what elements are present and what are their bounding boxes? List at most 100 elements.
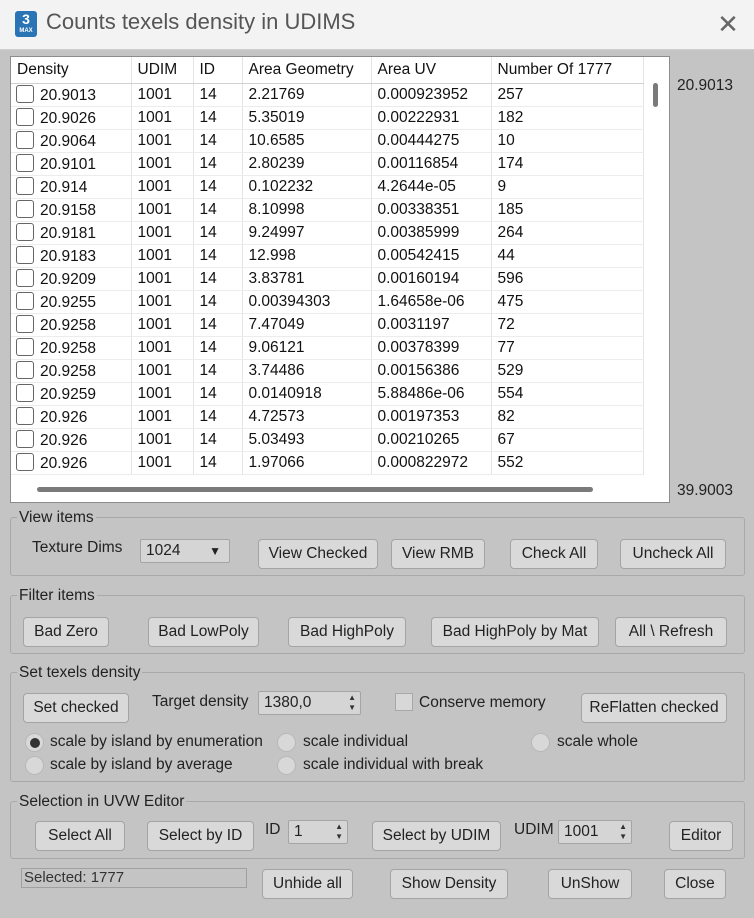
- show-density-button[interactable]: Show Density: [390, 869, 508, 899]
- uncheck-all-button[interactable]: Uncheck All: [620, 539, 726, 569]
- column-header-area-uv[interactable]: Area UV: [371, 57, 492, 84]
- row-checkbox[interactable]: [16, 176, 34, 195]
- window-close-icon[interactable]: ✕: [712, 8, 744, 40]
- scale-individual-label: scale individual: [303, 733, 409, 750]
- row-checkbox[interactable]: [16, 314, 34, 333]
- table-row[interactable]: 20.9181 1001 14 9.24997 0.00385999 264: [11, 221, 644, 245]
- vertical-scrollbar-thumb[interactable]: [653, 83, 658, 107]
- cell-udim: 1001: [131, 428, 194, 452]
- row-checkbox[interactable]: [16, 245, 34, 264]
- table-row[interactable]: 20.9209 1001 14 3.83781 0.00160194 596: [11, 267, 644, 291]
- texture-dims-dropdown[interactable]: 1024 ▼: [140, 539, 230, 563]
- column-header-area-geometry[interactable]: Area Geometry: [242, 57, 372, 84]
- row-checkbox[interactable]: [16, 383, 34, 402]
- table-row[interactable]: 20.9013 1001 14 2.21769 0.000923952 257: [11, 83, 644, 107]
- table-row[interactable]: 20.9258 1001 14 7.47049 0.0031197 72: [11, 313, 644, 337]
- view-checked-button[interactable]: View Checked: [258, 539, 378, 569]
- column-header-id[interactable]: ID: [193, 57, 243, 84]
- row-checkbox[interactable]: [16, 291, 34, 310]
- cell-density: 20.914: [11, 175, 132, 199]
- table-row[interactable]: 20.9259 1001 14 0.0140918 5.88486e-06 554: [11, 382, 644, 406]
- cell-number: 174: [491, 152, 644, 176]
- spinner-arrows-icon[interactable]: ▲ ▼: [348, 693, 356, 713]
- table-row[interactable]: 20.9026 1001 14 5.35019 0.00222931 182: [11, 106, 644, 130]
- select-all-button[interactable]: Select All: [35, 821, 125, 851]
- table-row[interactable]: 20.9255 1001 14 0.00394303 1.64658e-06 475: [11, 290, 644, 314]
- table-row[interactable]: 20.9258 1001 14 3.74486 0.00156386 529: [11, 359, 644, 383]
- id-spinner[interactable]: 1 ▲ ▼: [288, 820, 348, 844]
- bad-zero-button[interactable]: Bad Zero: [23, 617, 109, 647]
- table-row[interactable]: 20.926 1001 14 4.72573 0.00197353 82: [11, 405, 644, 429]
- density-table[interactable]: Density UDIM ID Area Geometry Area UV Nu…: [10, 56, 670, 503]
- scale-by-island-enum-radio[interactable]: [25, 733, 44, 752]
- density-value: 20.9258: [40, 339, 97, 357]
- table-row[interactable]: 20.9258 1001 14 9.06121 0.00378399 77: [11, 336, 644, 360]
- table-row[interactable]: 20.926 1001 14 5.03493 0.00210265 67: [11, 428, 644, 452]
- row-checkbox[interactable]: [16, 360, 34, 379]
- density-value: 20.9026: [40, 109, 97, 127]
- row-checkbox[interactable]: [16, 107, 34, 126]
- target-density-spinner[interactable]: 1380,0 ▲ ▼: [258, 691, 361, 715]
- cell-density: 20.9258: [11, 336, 132, 360]
- cell-id: 14: [193, 451, 243, 475]
- bad-highpoly-button[interactable]: Bad HighPoly: [288, 617, 406, 647]
- bad-highpoly-by-mat-button[interactable]: Bad HighPoly by Mat: [431, 617, 599, 647]
- table-row[interactable]: 20.9101 1001 14 2.80239 0.00116854 174: [11, 152, 644, 176]
- table-row[interactable]: 20.914 1001 14 0.102232 4.2644e-05 9: [11, 175, 644, 199]
- cell-id: 14: [193, 83, 243, 107]
- cell-udim: 1001: [131, 175, 194, 199]
- conserve-memory-checkbox[interactable]: [395, 693, 413, 711]
- spinner-arrows-icon[interactable]: ▲ ▼: [619, 822, 627, 842]
- unhide-all-button[interactable]: Unhide all: [262, 869, 353, 899]
- select-by-udim-button[interactable]: Select by UDIM: [372, 821, 501, 851]
- cell-area-uv: 0.000822972: [371, 451, 492, 475]
- cell-density: 20.9013: [11, 83, 132, 107]
- select-by-id-button[interactable]: Select by ID: [147, 821, 254, 851]
- close-button[interactable]: Close: [664, 869, 726, 899]
- row-checkbox[interactable]: [16, 199, 34, 218]
- cell-density: 20.926: [11, 451, 132, 475]
- column-header-udim[interactable]: UDIM: [131, 57, 194, 84]
- unshow-button[interactable]: UnShow: [548, 869, 632, 899]
- view-items-title: View items: [17, 509, 96, 527]
- cell-area-uv: 5.88486e-06: [371, 382, 492, 406]
- row-checkbox[interactable]: [16, 84, 34, 103]
- cell-area-geometry: 2.21769: [242, 83, 372, 107]
- cell-area-uv: 0.00160194: [371, 267, 492, 291]
- cell-id: 14: [193, 106, 243, 130]
- column-header-density[interactable]: Density: [11, 57, 132, 84]
- row-checkbox[interactable]: [16, 429, 34, 448]
- cell-density: 20.9183: [11, 244, 132, 268]
- view-rmb-button[interactable]: View RMB: [391, 539, 485, 569]
- scale-by-island-average-radio[interactable]: [25, 756, 44, 775]
- horizontal-scrollbar-thumb[interactable]: [37, 487, 593, 492]
- row-checkbox[interactable]: [16, 153, 34, 172]
- table-row[interactable]: 20.9064 1001 14 10.6585 0.00444275 10: [11, 129, 644, 153]
- column-header-number-of[interactable]: Number Of 1777: [491, 57, 644, 84]
- editor-button[interactable]: Editor: [669, 821, 733, 851]
- spinner-arrows-icon[interactable]: ▲ ▼: [335, 822, 343, 842]
- udim-spinner[interactable]: 1001 ▲ ▼: [558, 820, 632, 844]
- set-checked-button[interactable]: Set checked: [23, 693, 129, 723]
- check-all-button[interactable]: Check All: [510, 539, 598, 569]
- row-checkbox[interactable]: [16, 268, 34, 287]
- table-row[interactable]: 20.926 1001 14 1.97066 0.000822972 552: [11, 451, 644, 475]
- table-row[interactable]: 20.9183 1001 14 12.998 0.00542415 44: [11, 244, 644, 268]
- cell-density: 20.9026: [11, 106, 132, 130]
- scale-individual-break-radio[interactable]: [277, 756, 296, 775]
- cell-density: 20.926: [11, 428, 132, 452]
- table-row[interactable]: 20.9158 1001 14 8.10998 0.00338351 185: [11, 198, 644, 222]
- row-checkbox[interactable]: [16, 130, 34, 149]
- cell-number: 264: [491, 221, 644, 245]
- cell-area-uv: 0.00116854: [371, 152, 492, 176]
- row-checkbox[interactable]: [16, 337, 34, 356]
- scale-individual-radio[interactable]: [277, 733, 296, 752]
- row-checkbox[interactable]: [16, 452, 34, 471]
- bad-lowpoly-button[interactable]: Bad LowPoly: [148, 617, 259, 647]
- cell-area-uv: 0.00385999: [371, 221, 492, 245]
- scale-whole-radio[interactable]: [531, 733, 550, 752]
- reflatten-checked-button[interactable]: ReFlatten checked: [581, 693, 727, 723]
- row-checkbox[interactable]: [16, 406, 34, 425]
- row-checkbox[interactable]: [16, 222, 34, 241]
- all-refresh-button[interactable]: All \ Refresh: [615, 617, 727, 647]
